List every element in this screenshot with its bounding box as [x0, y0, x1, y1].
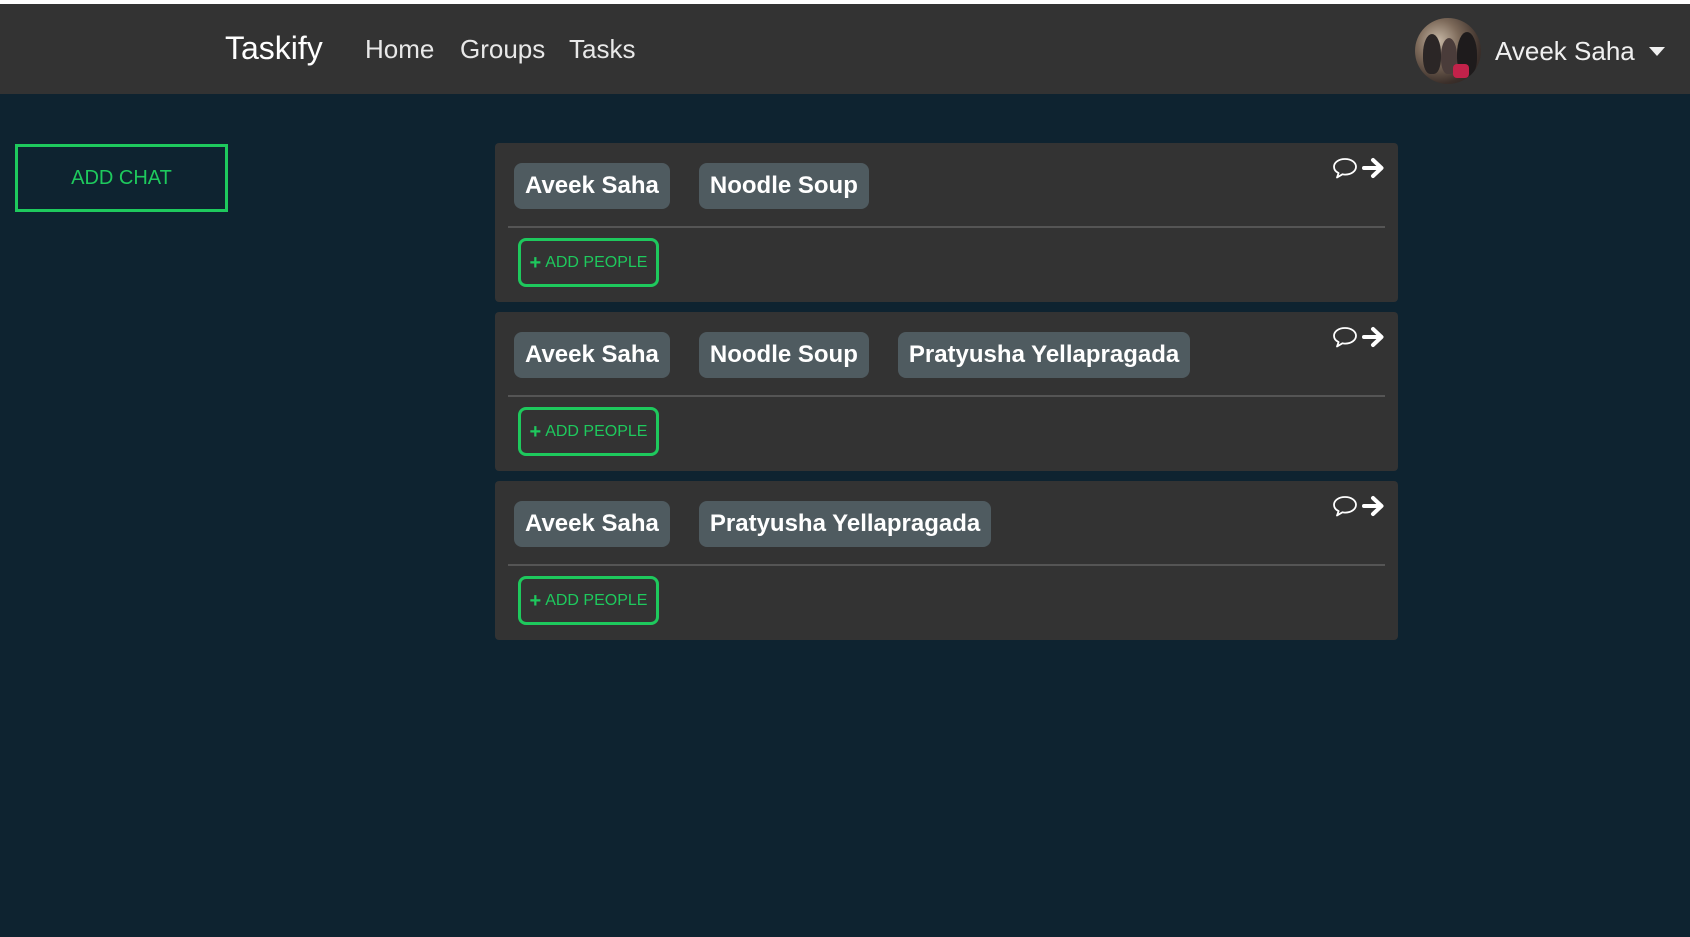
navbar: Taskify Home Groups Tasks Aveek Saha — [0, 4, 1690, 94]
member-chip: Pratyusha Yellapragada — [698, 501, 992, 547]
add-people-button[interactable]: + ADD PEOPLE — [518, 407, 659, 456]
arrow-right-icon[interactable] — [1362, 326, 1386, 348]
chat-bubble-icon[interactable] — [1332, 157, 1358, 179]
chat-bubble-icon[interactable] — [1332, 326, 1358, 348]
member-chip: Aveek Saha — [514, 332, 670, 378]
chat-card: Aveek Saha Noodle Soup + ADD PEOPLE — [495, 143, 1398, 302]
member-chip: Aveek Saha — [514, 163, 670, 209]
divider — [508, 564, 1385, 566]
caret-down-icon — [1648, 46, 1665, 56]
divider — [508, 226, 1385, 228]
avatar — [1415, 18, 1481, 84]
plus-icon: + — [529, 251, 542, 274]
card-actions — [1332, 326, 1386, 348]
chat-bubble-icon[interactable] — [1332, 495, 1358, 517]
chat-list: Aveek Saha Noodle Soup + ADD PEOPLE Aveek Sa… — [495, 143, 1398, 650]
user-name: Aveek Saha — [1495, 35, 1635, 66]
nav-groups[interactable]: Groups — [460, 34, 545, 65]
chat-card: Aveek Saha Pratyusha Yellapragada + ADD PEO… — [495, 481, 1398, 640]
divider — [508, 395, 1385, 397]
arrow-right-icon[interactable] — [1362, 157, 1386, 179]
add-people-button[interactable]: + ADD PEOPLE — [518, 238, 659, 287]
brand-logo[interactable]: Taskify — [225, 30, 323, 67]
member-chip: Noodle Soup — [698, 163, 869, 209]
card-actions — [1332, 495, 1386, 517]
member-chip: Noodle Soup — [698, 332, 869, 378]
nav-tasks[interactable]: Tasks — [569, 34, 635, 65]
chat-card: Aveek Saha Noodle Soup Pratyusha Yellaprag… — [495, 312, 1398, 471]
add-people-label: ADD PEOPLE — [545, 253, 648, 271]
card-actions — [1332, 157, 1386, 179]
member-chips: Aveek Saha Noodle Soup — [514, 163, 898, 209]
nav-home[interactable]: Home — [365, 34, 434, 65]
member-chips: Aveek Saha Noodle Soup Pratyusha Yellaprag… — [514, 332, 1219, 378]
add-people-label: ADD PEOPLE — [545, 591, 648, 609]
user-menu-toggle[interactable]: Aveek Saha — [1415, 18, 1665, 84]
add-people-label: ADD PEOPLE — [545, 422, 648, 440]
plus-icon: + — [529, 420, 542, 443]
arrow-right-icon[interactable] — [1362, 495, 1386, 517]
add-chat-button[interactable]: ADD CHAT — [15, 144, 228, 212]
add-people-button[interactable]: + ADD PEOPLE — [518, 576, 659, 625]
member-chip: Pratyusha Yellapragada — [897, 332, 1191, 378]
member-chip: Aveek Saha — [514, 501, 670, 547]
plus-icon: + — [529, 589, 542, 612]
member-chips: Aveek Saha Pratyusha Yellapragada — [514, 501, 1020, 547]
